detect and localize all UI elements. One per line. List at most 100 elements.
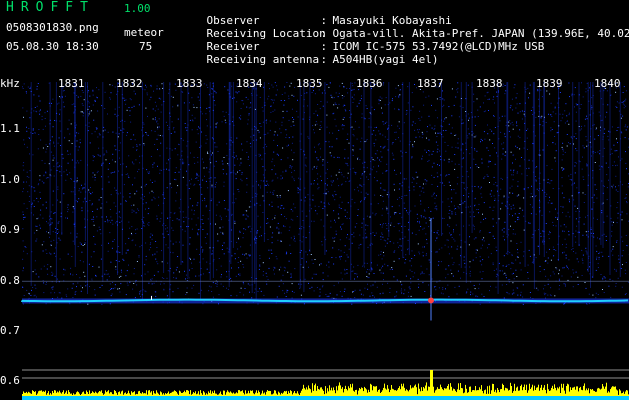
noise-pixel <box>512 192 514 194</box>
noise-pixel <box>81 188 83 190</box>
noise-pixel <box>282 283 284 285</box>
noise-pixel <box>58 102 60 104</box>
noise-pixel <box>186 145 188 147</box>
noise-pixel <box>519 103 521 105</box>
noise-pixel <box>81 90 83 91</box>
noise-pixel <box>78 188 80 190</box>
noise-streak <box>578 82 580 246</box>
noise-pixel <box>494 102 495 104</box>
noise-pixel <box>34 190 36 192</box>
noise-pixel <box>333 210 335 212</box>
noise-pixel <box>421 271 423 273</box>
noise-pixel <box>322 272 324 274</box>
noise-pixel <box>550 130 552 132</box>
noise-pixel <box>191 287 193 289</box>
noise-pixel <box>28 128 30 129</box>
noise-pixel <box>462 122 464 124</box>
noise-pixel <box>521 118 523 120</box>
noise-pixel <box>158 118 160 120</box>
noise-pixel <box>24 216 26 218</box>
noise-pixel <box>568 142 569 144</box>
noise-pixel <box>274 215 276 217</box>
noise-pixel <box>246 191 248 193</box>
noise-pixel <box>254 288 256 290</box>
noise-pixel <box>431 184 433 185</box>
noise-pixel <box>393 276 395 278</box>
noise-pixel <box>566 120 568 122</box>
noise-pixel <box>622 240 624 242</box>
noise-pixel <box>540 116 542 118</box>
noise-pixel <box>563 283 565 285</box>
noise-pixel <box>92 266 94 267</box>
noise-pixel <box>51 136 53 138</box>
noise-pixel <box>90 110 92 112</box>
noise-pixel <box>82 261 84 263</box>
noise-pixel <box>353 266 355 268</box>
noise-pixel <box>467 113 469 115</box>
noise-pixel <box>45 177 47 179</box>
noise-pixel <box>150 278 152 280</box>
noise-pixel <box>502 235 504 237</box>
noise-pixel <box>568 112 570 114</box>
noise-pixel <box>91 278 93 280</box>
noise-pixel <box>100 197 102 198</box>
noise-pixel <box>344 269 346 271</box>
noise-pixel <box>351 89 353 91</box>
noise-pixel <box>535 196 536 198</box>
noise-pixel <box>490 190 492 192</box>
noise-pixel <box>193 213 195 215</box>
noise-pixel <box>453 104 455 106</box>
noise-pixel <box>547 178 549 180</box>
noise-pixel <box>223 157 225 158</box>
noise-pixel <box>129 193 131 194</box>
noise-pixel <box>446 174 448 176</box>
noise-pixel <box>90 187 91 188</box>
noise-pixel <box>453 205 455 207</box>
noise-pixel <box>260 187 261 189</box>
noise-pixel <box>433 232 435 233</box>
noise-pixel <box>419 136 421 138</box>
noise-pixel <box>382 265 384 267</box>
noise-pixel <box>300 294 302 296</box>
noise-pixel <box>136 149 137 151</box>
noise-pixel <box>107 221 109 223</box>
noise-pixel <box>308 282 309 284</box>
noise-pixel <box>622 264 623 266</box>
noise-pixel <box>322 105 324 107</box>
noise-pixel <box>118 211 120 213</box>
noise-pixel <box>451 237 453 238</box>
noise-pixel <box>362 162 364 164</box>
noise-pixel <box>383 255 385 257</box>
noise-pixel <box>301 210 303 212</box>
noise-pixel <box>253 292 255 294</box>
noise-pixel <box>535 213 537 215</box>
noise-pixel <box>35 225 37 227</box>
noise-pixel <box>502 178 503 180</box>
noise-pixel <box>190 183 192 185</box>
noise-pixel <box>94 179 96 181</box>
noise-pixel <box>332 132 334 134</box>
noise-pixel <box>395 87 397 89</box>
noise-pixel <box>483 237 485 239</box>
noise-pixel <box>555 208 556 210</box>
noise-pixel <box>290 237 292 239</box>
noise-pixel <box>416 182 418 184</box>
noise-pixel <box>36 105 38 107</box>
noise-pixel <box>366 167 368 169</box>
noise-pixel <box>420 190 422 192</box>
noise-pixel <box>134 193 136 195</box>
noise-pixel <box>368 117 370 119</box>
noise-pixel <box>150 86 152 88</box>
noise-pixel <box>286 291 288 293</box>
noise-pixel <box>476 209 478 210</box>
noise-pixel <box>71 143 73 144</box>
noise-pixel <box>231 255 233 257</box>
noise-pixel <box>394 169 395 171</box>
noise-pixel <box>477 116 479 117</box>
noise-pixel <box>438 261 440 263</box>
noise-pixel <box>380 151 382 153</box>
noise-pixel <box>626 201 627 203</box>
noise-pixel <box>157 149 158 151</box>
noise-pixel <box>599 153 601 155</box>
noise-pixel <box>563 230 565 232</box>
